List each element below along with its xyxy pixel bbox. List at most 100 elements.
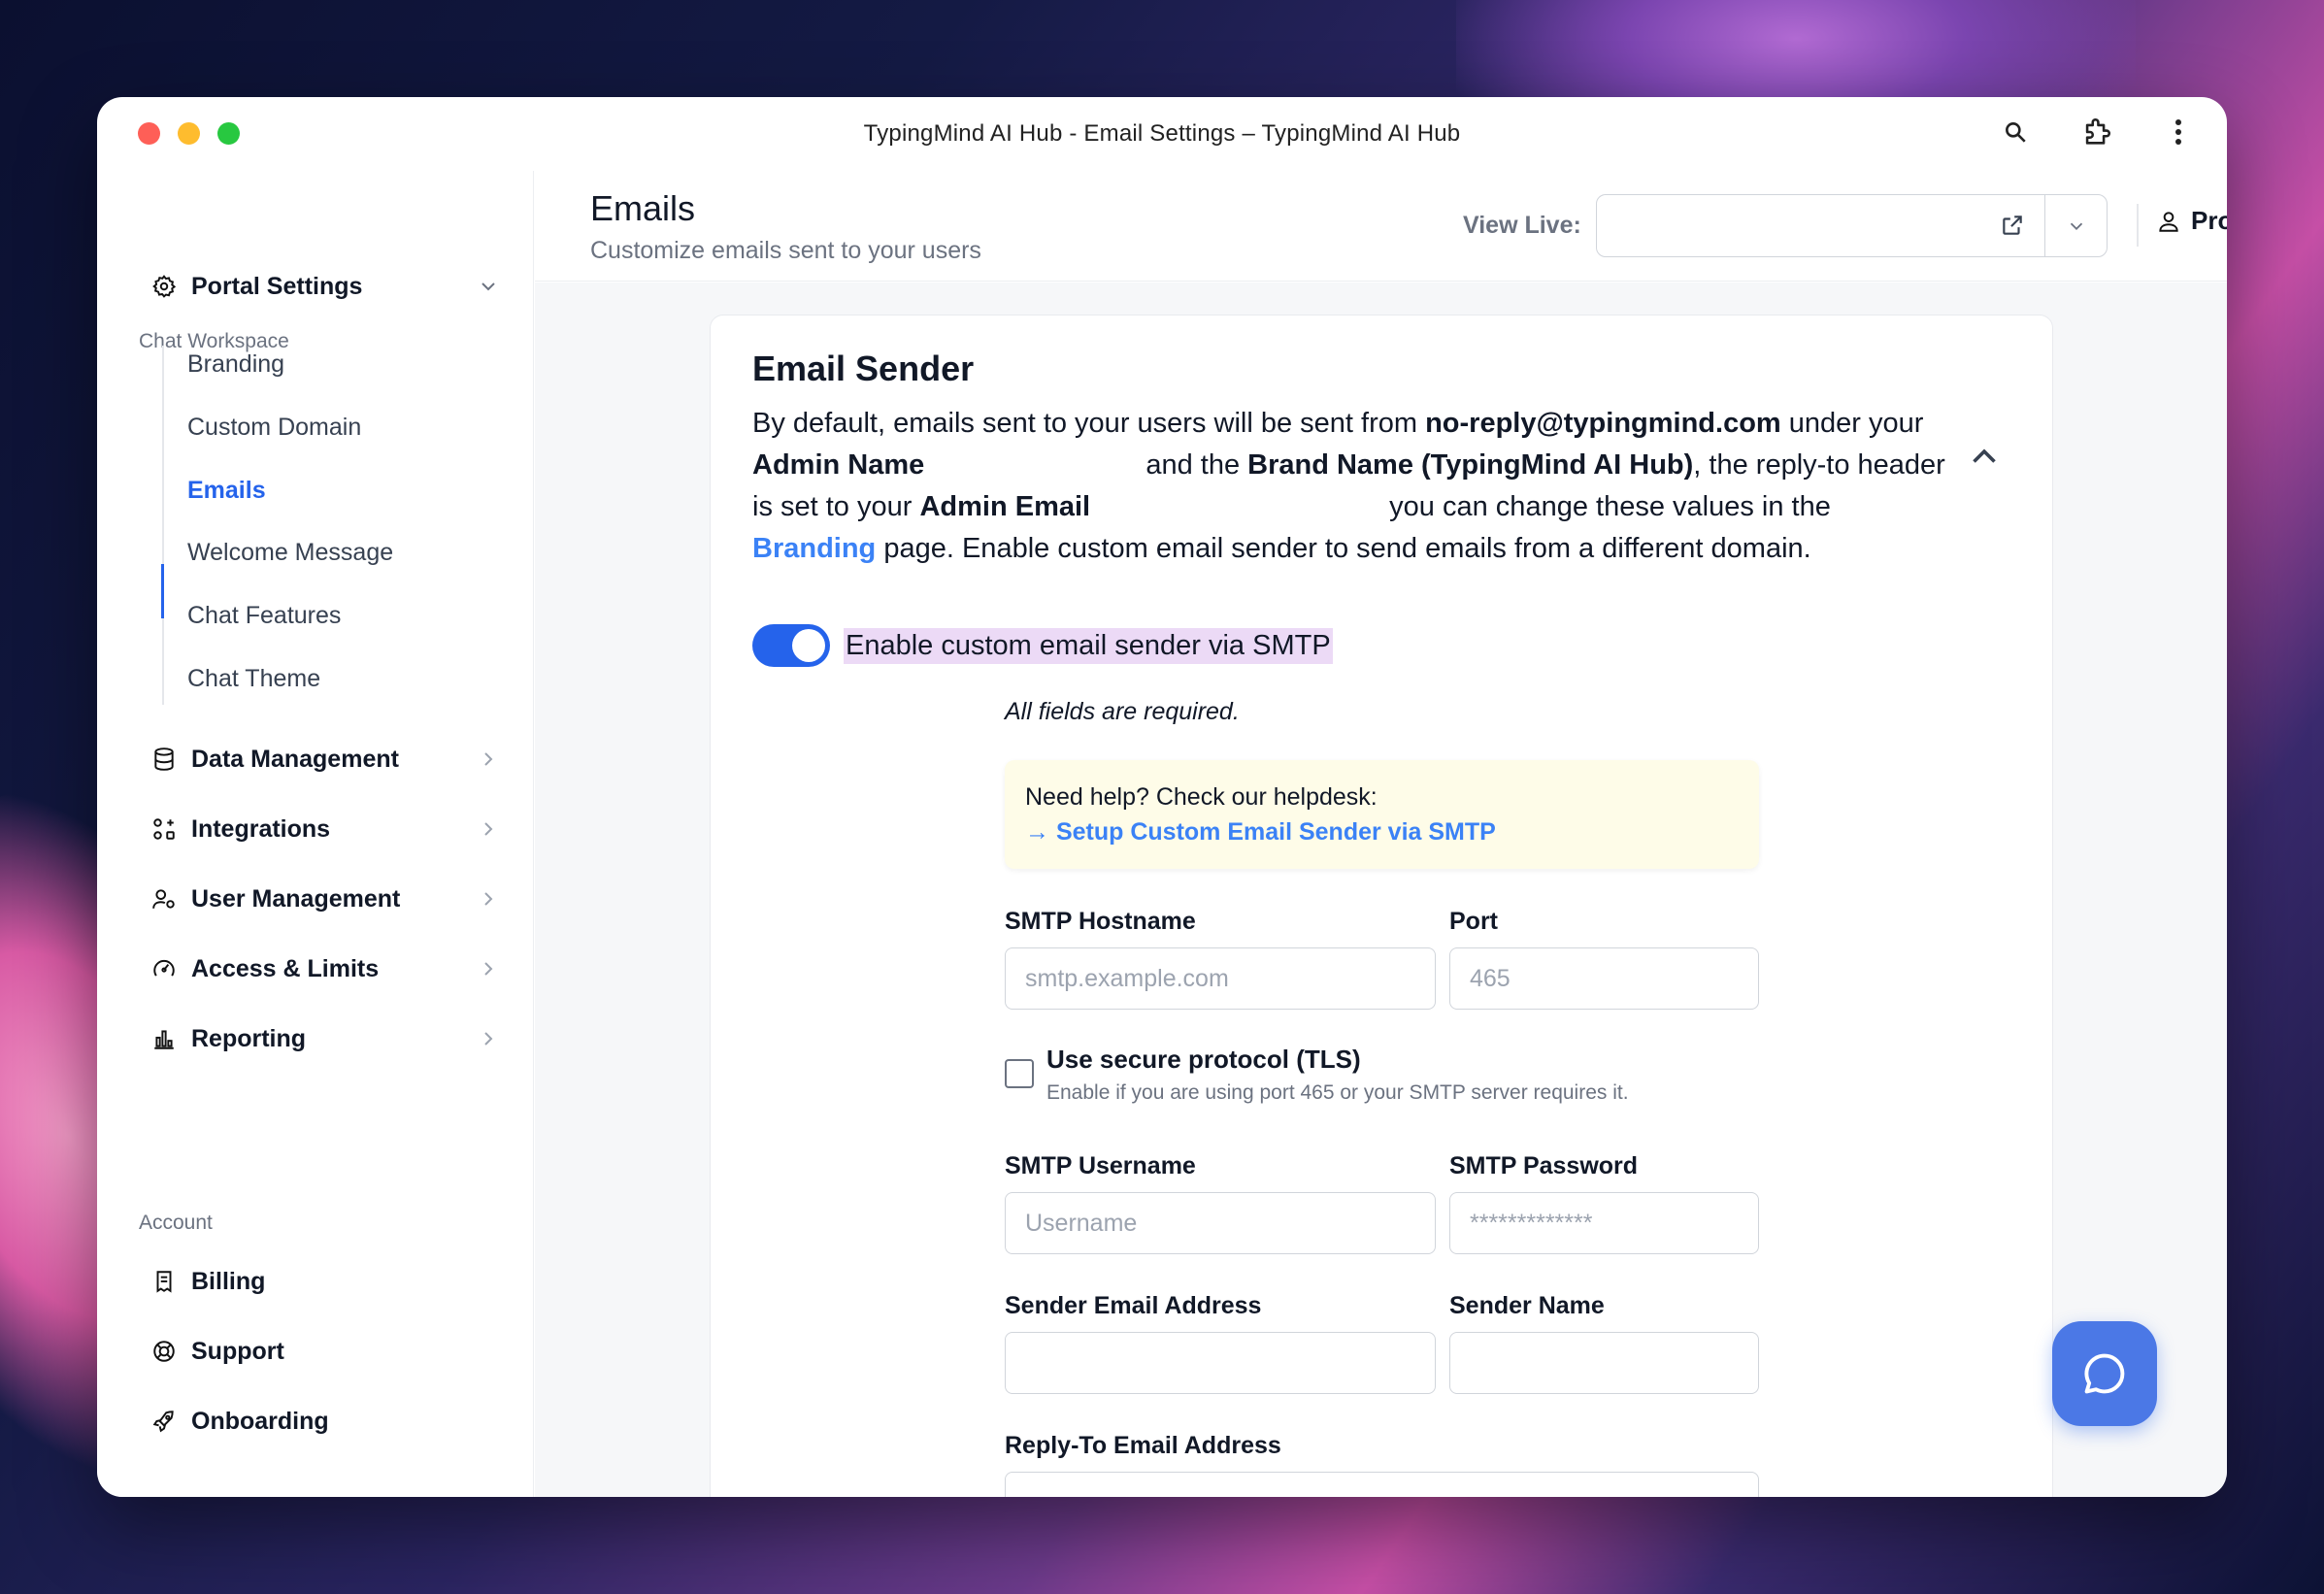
- brand-name-label: Brand Name (TypingMind AI Hub): [1247, 449, 1694, 481]
- sender-email-input[interactable]: [1005, 1332, 1436, 1394]
- sidebar-item-chat-features[interactable]: Chat Features: [187, 602, 341, 630]
- users-gear-icon: [150, 885, 178, 913]
- rocket-icon: [150, 1408, 178, 1435]
- user-icon: [2159, 211, 2178, 232]
- zoom-icon[interactable]: [1996, 113, 2035, 151]
- profile-label: Profile: [2191, 206, 2227, 235]
- page-title: Emails: [590, 188, 696, 228]
- sidebar-item-label: Reporting: [191, 1024, 307, 1052]
- branding-link[interactable]: Branding: [752, 533, 876, 564]
- header-divider: [2137, 204, 2139, 247]
- active-indicator: [161, 564, 164, 618]
- sidebar-item-label: Billing: [191, 1267, 266, 1295]
- minimize-window-button[interactable]: [178, 122, 200, 145]
- zoom-window-button[interactable]: [217, 122, 240, 145]
- sidebar-item-data-management[interactable]: Data Management: [150, 735, 500, 783]
- sidebar-item-branding[interactable]: Branding: [187, 350, 284, 379]
- sidebar-item-billing[interactable]: Billing: [150, 1257, 500, 1306]
- sidebar-item-welcome-message[interactable]: Welcome Message: [187, 539, 393, 567]
- close-window-button[interactable]: [138, 122, 160, 145]
- sidebar-item-label: User Management: [191, 884, 401, 913]
- bar-chart-icon: [150, 1025, 178, 1052]
- sidebar-item-access-limits[interactable]: Access & Limits: [150, 945, 500, 993]
- sidebar-item-integrations[interactable]: Integrations: [150, 805, 500, 853]
- integrations-icon: [150, 815, 178, 843]
- sidebar-item-emails[interactable]: Emails: [187, 477, 266, 505]
- smtp-password-input[interactable]: [1449, 1192, 1759, 1254]
- chevron-up-icon[interactable]: [1967, 440, 2002, 475]
- main-content: Email Sender By default, emails sent to …: [535, 282, 2227, 1497]
- card-description: By default, emails sent to your users wi…: [752, 403, 1946, 570]
- admin-email-label: Admin Email: [919, 491, 1091, 522]
- required-note: All fields are required.: [1005, 698, 1240, 725]
- chevron-right-icon: [477, 1027, 500, 1050]
- smtp-username-label: SMTP Username: [1005, 1152, 1196, 1179]
- email-sender-card: Email Sender By default, emails sent to …: [710, 315, 2053, 1497]
- smtp-toggle-label[interactable]: Enable custom email sender via SMTP: [844, 627, 1333, 664]
- view-live-dropdown-button[interactable]: [2044, 195, 2107, 256]
- sidebar-item-label: Onboarding: [191, 1407, 329, 1435]
- view-live-field[interactable]: [1597, 195, 2044, 256]
- chevron-right-icon: [477, 747, 500, 771]
- window-controls: [138, 122, 240, 145]
- sidebar-item-custom-domain[interactable]: Custom Domain: [187, 414, 361, 442]
- reply-to-input[interactable]: [1005, 1472, 1759, 1497]
- sidebar-item-support[interactable]: Support: [150, 1327, 500, 1376]
- smtp-hostname-input[interactable]: [1005, 947, 1436, 1010]
- desc-text: under your: [1780, 408, 1924, 439]
- page-header: Emails Customize emails sent to your use…: [535, 171, 2227, 282]
- sidebar-item-label: Integrations: [191, 814, 331, 843]
- gear-icon: [150, 273, 178, 300]
- title-bar: TypingMind AI Hub - Email Settings – Typ…: [97, 97, 2227, 171]
- smtp-toggle-row: Enable custom email sender via SMTP: [752, 624, 1333, 667]
- chevron-right-icon: [477, 817, 500, 841]
- default-sender-email: no-reply@typingmind.com: [1425, 408, 1781, 439]
- sender-email-label: Sender Email Address: [1005, 1292, 1262, 1319]
- sidebar-item-label: Support: [191, 1337, 284, 1365]
- more-menu-icon[interactable]: [2159, 113, 2198, 151]
- desc-text: and the: [1138, 449, 1248, 481]
- sidebar-item-label: Portal Settings: [191, 272, 363, 300]
- sidebar-item-label: Data Management: [191, 745, 399, 773]
- receipt-icon: [150, 1268, 178, 1295]
- port-input[interactable]: [1449, 947, 1759, 1010]
- sender-name-label: Sender Name: [1449, 1292, 1605, 1319]
- reply-to-label: Reply-To Email Address: [1005, 1432, 1281, 1459]
- help-link[interactable]: → Setup Custom Email Sender via SMTP: [1025, 814, 1739, 849]
- sidebar-item-user-management[interactable]: User Management: [150, 875, 500, 923]
- chevron-right-icon: [477, 887, 500, 911]
- submenu-guide: [162, 346, 164, 705]
- profile-button[interactable]: Profile: [2156, 206, 2227, 236]
- card-title: Email Sender: [752, 349, 975, 388]
- port-label: Port: [1449, 908, 1498, 935]
- desc-text: you can change these values in the: [1381, 491, 1831, 522]
- sender-name-input[interactable]: [1449, 1332, 1759, 1394]
- window-title: TypingMind AI Hub - Email Settings – Typ…: [863, 120, 1461, 147]
- browser-window: TypingMind AI Hub - Email Settings – Typ…: [97, 97, 2227, 1497]
- gauge-icon: [150, 955, 178, 982]
- chat-support-button[interactable]: [2052, 1321, 2157, 1426]
- help-box: Need help? Check our helpdesk: → Setup C…: [1005, 760, 1759, 869]
- database-icon: [150, 746, 178, 773]
- chevron-down-icon: [477, 275, 500, 298]
- smtp-toggle-switch[interactable]: [752, 624, 830, 667]
- external-link-icon[interactable]: [2000, 213, 2027, 240]
- lifebuoy-icon: [150, 1338, 178, 1365]
- chevron-right-icon: [477, 957, 500, 980]
- view-live-select[interactable]: [1596, 194, 2108, 257]
- smtp-username-input[interactable]: [1005, 1192, 1436, 1254]
- tls-label[interactable]: Use secure protocol (TLS): [1046, 1045, 1361, 1075]
- sidebar-item-portal-settings[interactable]: Portal Settings: [150, 262, 500, 311]
- tls-checkbox[interactable]: [1005, 1059, 1034, 1088]
- view-live-label: View Live:: [1463, 212, 1581, 239]
- smtp-hostname-label: SMTP Hostname: [1005, 908, 1196, 935]
- sidebar-item-reporting[interactable]: Reporting: [150, 1014, 500, 1063]
- sidebar-item-chat-theme[interactable]: Chat Theme: [187, 665, 320, 693]
- desc-text: page. Enable custom email sender to send…: [876, 533, 1811, 564]
- sidebar-item-onboarding[interactable]: Onboarding: [150, 1397, 500, 1445]
- extensions-icon[interactable]: [2077, 113, 2116, 151]
- section-label-account: Account: [139, 1212, 213, 1234]
- chat-bubble-icon: [2084, 1353, 2125, 1394]
- page-subtitle: Customize emails sent to your users: [590, 237, 981, 264]
- help-text: Need help? Check our helpdesk:: [1025, 783, 1378, 811]
